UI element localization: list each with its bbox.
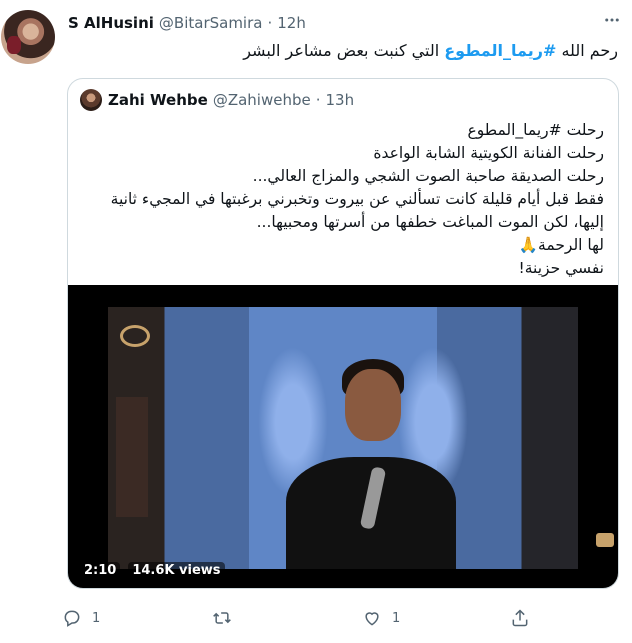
quoted-line: لها الرحمة🙏 <box>518 236 604 254</box>
reply-button[interactable]: 1 <box>62 608 100 628</box>
quoted-line: إليها، لكن الموت المباغت خطفها من أسرتها… <box>256 213 604 231</box>
tweet-text-suffix: التي كنبت بعض مشاعر البشر <box>243 41 445 60</box>
video-views: 14.6K views <box>128 562 225 579</box>
quoted-avatar <box>80 89 102 111</box>
share-button[interactable] <box>510 608 530 628</box>
more-options-icon[interactable] <box>600 8 624 32</box>
quoted-line: رحلت الفنانة الكويتية الشابة الواعدة <box>373 144 604 162</box>
channel-watermark <box>596 533 614 547</box>
video-duration: 2:10 <box>80 562 121 579</box>
quoted-tweet-text: رحلت #ريما_المطوع رحلت الفنانة الكويتية … <box>84 119 604 280</box>
author-handle[interactable]: @BitarSamira <box>159 14 263 32</box>
video-player[interactable]: 2:10 14.6K views <box>68 285 618 588</box>
quoted-line: رحلت #ريما_المطوع <box>467 121 604 139</box>
quoted-timestamp: 13h <box>325 91 355 109</box>
tweet-header: S AlHusini @BitarSamira · 12h <box>68 14 306 32</box>
author-name[interactable]: S AlHusini <box>68 14 154 32</box>
video-stats: 2:10 14.6K views <box>80 562 225 579</box>
reply-count: 1 <box>92 610 101 626</box>
quoted-author-name: Zahi Wehbe <box>108 91 208 109</box>
tweet: S AlHusini @BitarSamira · 12h رحم الله #… <box>0 0 632 643</box>
quoted-line: رحلت الصديقة صاحبة الصوت الشجي والمزاج ا… <box>252 167 604 185</box>
heart-icon <box>365 612 379 626</box>
video-frame <box>108 307 614 569</box>
retweet-button[interactable] <box>212 608 242 628</box>
quoted-tweet-header: Zahi Wehbe @Zahiwehbe · 13h <box>80 89 354 111</box>
timestamp[interactable]: 12h <box>277 14 306 32</box>
tweet-text: رحم الله #ريما_المطوع التي كنبت بعض مشاع… <box>78 40 618 62</box>
channel-logo <box>120 325 150 347</box>
tweet-text-prefix: رحم الله <box>556 41 618 60</box>
action-bar: 1 1 <box>62 608 622 636</box>
quoted-separator-dot: · <box>315 91 321 109</box>
share-icon <box>512 609 528 627</box>
retweet-icon <box>213 612 231 624</box>
quoted-line: نفسي حزينة! <box>518 259 604 277</box>
quoted-line: فقط قبل أيام قليلة كانت تسألني عن بيروت … <box>110 190 604 208</box>
quoted-author-handle: @Zahiwehbe <box>212 91 311 109</box>
like-count: 1 <box>392 610 401 626</box>
avatar[interactable] <box>1 10 55 64</box>
quoted-tweet[interactable]: Zahi Wehbe @Zahiwehbe · 13h رحلت #ريما_ا… <box>67 78 619 589</box>
reply-icon <box>64 610 80 627</box>
separator-dot: · <box>267 14 273 32</box>
hashtag-link[interactable]: #ريما_المطوع <box>444 41 556 60</box>
like-button[interactable]: 1 <box>362 608 400 628</box>
